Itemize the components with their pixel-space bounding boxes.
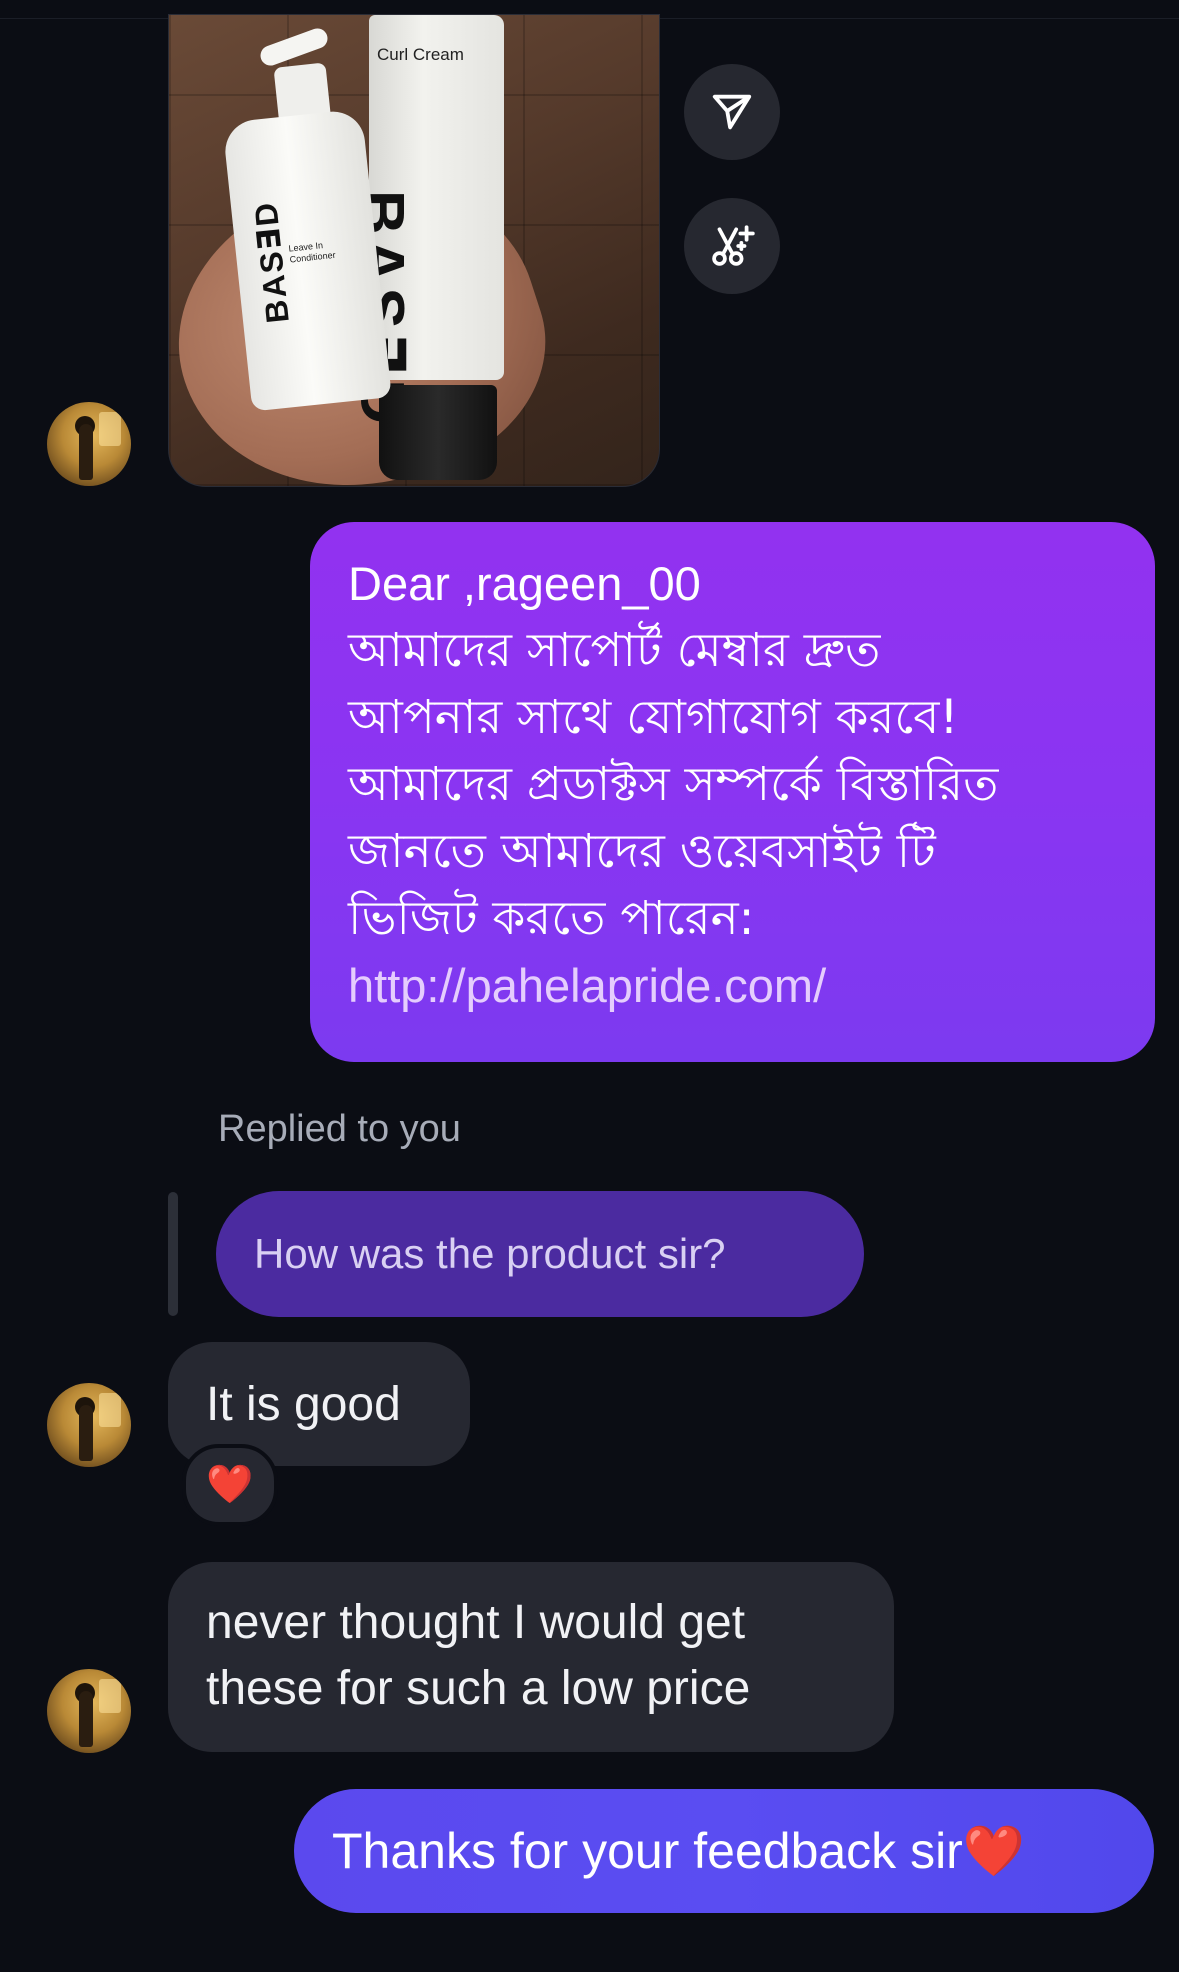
message-line: these for such a low price: [206, 1662, 751, 1715]
heart-reaction[interactable]: ❤️: [182, 1444, 278, 1526]
message-line: ভিজিট করতে পারেন:: [348, 891, 755, 946]
message-line: আপনার সাথে যোগাযোগ করবে!: [348, 690, 959, 745]
outgoing-message-bubble[interactable]: Thanks for your feedback sir❤️: [294, 1789, 1154, 1913]
replied-label: Replied to you: [218, 1108, 461, 1150]
message-line: জানতে আমাদের ওয়েবসাইট টি: [348, 824, 936, 879]
tube-name: Curl Cream: [377, 45, 464, 64]
edit-cutout-button[interactable]: [684, 198, 780, 294]
avatar[interactable]: [47, 1383, 131, 1467]
avatar[interactable]: [47, 1669, 131, 1753]
tube-cap: [379, 385, 497, 480]
avatar-figure: [79, 1405, 93, 1461]
avatar-window: [99, 1679, 121, 1713]
send-icon: [712, 94, 752, 130]
website-link[interactable]: http://pahelapride.com/: [348, 952, 1119, 1019]
avatar-figure: [79, 1691, 93, 1747]
reply-indicator-bar: [168, 1192, 178, 1316]
avatar[interactable]: [47, 402, 131, 486]
shared-photo[interactable]: Curl Cream BAS∃D BAS∃D Leave In Conditio…: [168, 14, 660, 487]
message-text: Thanks for your feedback sir❤️: [332, 1822, 1026, 1879]
message-line: never thought I would get: [206, 1596, 746, 1649]
avatar-figure: [79, 424, 93, 480]
replied-quote-bubble[interactable]: How was the product sir?: [216, 1191, 864, 1317]
message-line: আমাদের প্রডাক্টস সম্পর্কে বিস্তারিত: [348, 757, 999, 812]
scissors-sparkle-icon: [712, 225, 755, 266]
message-line: আমাদের সাপোর্ট মেম্বার দ্রুত: [348, 623, 881, 678]
incoming-message-bubble[interactable]: never thought I would get these for such…: [168, 1562, 894, 1752]
outgoing-message-bubble[interactable]: Dear ,rageen_00 আমাদের সাপোর্ট মেম্বার দ…: [310, 522, 1155, 1062]
avatar-window: [99, 412, 121, 446]
message-text: It is good: [206, 1377, 401, 1431]
greeting-line: Dear ,rageen_00: [348, 557, 701, 610]
share-button[interactable]: [684, 64, 780, 160]
avatar-window: [99, 1393, 121, 1427]
